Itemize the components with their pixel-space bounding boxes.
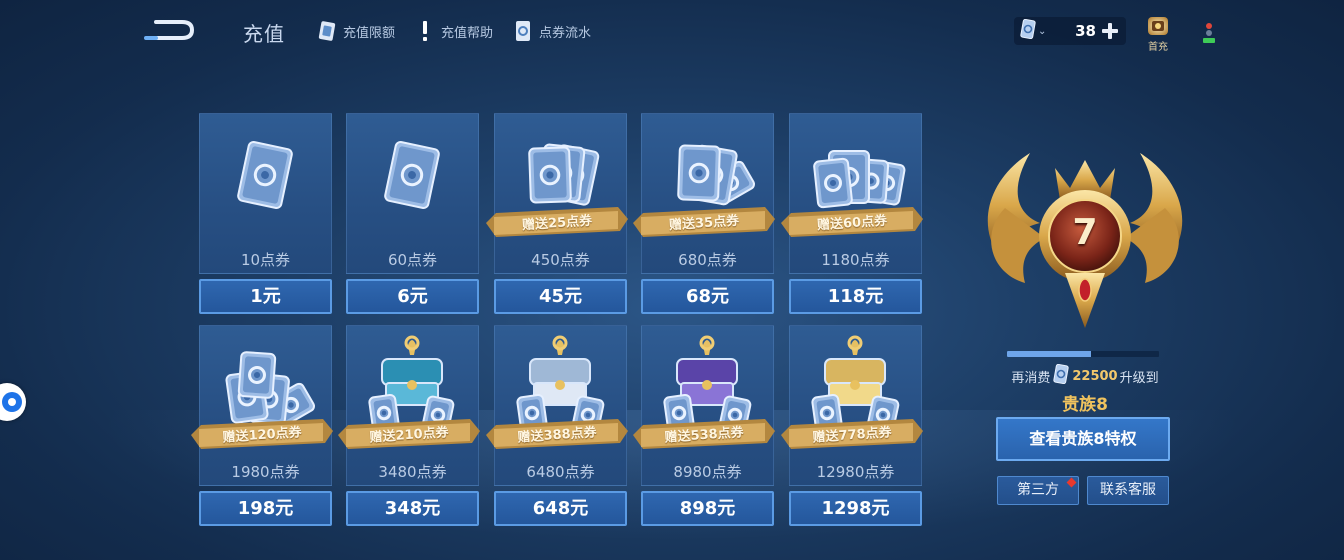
coupon-amount: 6480点券 bbox=[526, 463, 595, 481]
price-button[interactable]: 648元 bbox=[494, 491, 627, 526]
contact-support-button[interactable]: 联系客服 bbox=[1087, 476, 1169, 505]
upgrade-amount: 22500 bbox=[1072, 368, 1118, 384]
price-button[interactable]: 6元 bbox=[346, 279, 479, 314]
price-button[interactable]: 1元 bbox=[199, 279, 332, 314]
coupon-amount: 1180点券 bbox=[821, 251, 890, 269]
vip-level-emblem: 7 bbox=[970, 138, 1200, 338]
back-arrow-icon bbox=[144, 20, 195, 40]
notification-dot bbox=[1066, 477, 1077, 488]
upgrade-prefix: 再消费 bbox=[1011, 370, 1051, 386]
coupon-history-icon bbox=[512, 20, 534, 42]
view-privileges-button[interactable]: 查看贵族8特权 bbox=[996, 417, 1170, 461]
recharge-limit-label: 充值限额 bbox=[343, 25, 396, 41]
upgrade-suffix: 升级到 bbox=[1119, 370, 1159, 386]
recharge-limit-link[interactable]: 充值限额 bbox=[316, 20, 395, 42]
vip-progress-fill bbox=[1007, 351, 1091, 357]
coupon-amount: 8980点券 bbox=[673, 463, 742, 481]
upgrade-requirement: 再消费 22500 升级到 bbox=[990, 363, 1180, 388]
network-signal-icon bbox=[1198, 18, 1220, 46]
price-button[interactable]: 1298元 bbox=[789, 491, 922, 526]
coupon-amount: 450点券 bbox=[531, 251, 590, 269]
currency-amount: 38 bbox=[1075, 22, 1096, 40]
coupon-history-link[interactable]: 点券流水 bbox=[512, 20, 591, 42]
price-button[interactable]: 348元 bbox=[346, 491, 479, 526]
coupon-amount: 3480点券 bbox=[378, 463, 447, 481]
third-party-button[interactable]: 第三方 bbox=[997, 476, 1079, 505]
vip-level-number: 7 bbox=[1072, 212, 1098, 253]
first-charge-button[interactable]: 首充 bbox=[1141, 13, 1175, 53]
back-button[interactable] bbox=[142, 16, 196, 44]
coupon-amount: 10点券 bbox=[240, 251, 291, 269]
vip-progress-bar bbox=[1007, 351, 1159, 357]
coupon-pack-illustration bbox=[237, 141, 293, 209]
price-button[interactable]: 45元 bbox=[494, 279, 627, 314]
card-limit-icon bbox=[316, 20, 338, 42]
price-button[interactable]: 898元 bbox=[641, 491, 774, 526]
coupon-pack-illustration bbox=[384, 141, 440, 209]
first-charge-label: 首充 bbox=[1148, 42, 1168, 53]
coupon-card-icon bbox=[1053, 363, 1070, 388]
floating-assistant-button[interactable] bbox=[0, 383, 26, 421]
next-vip-level: 贵族8 bbox=[1062, 395, 1108, 415]
recharge-help-link[interactable]: 充值帮助 bbox=[414, 20, 493, 42]
page-title: 充值 bbox=[243, 22, 285, 46]
coupon-history-label: 点券流水 bbox=[539, 25, 592, 41]
chevron-down-icon[interactable]: ⌄ bbox=[1038, 26, 1046, 37]
exclamation-icon bbox=[414, 20, 436, 42]
recharge-help-label: 充值帮助 bbox=[441, 25, 494, 41]
coupon-amount: 60点券 bbox=[387, 251, 438, 269]
currency-display[interactable]: ⌄ 38 bbox=[1014, 17, 1126, 45]
coupon-card-icon bbox=[1020, 18, 1036, 43]
price-button[interactable]: 68元 bbox=[641, 279, 774, 314]
add-currency-button[interactable] bbox=[1100, 21, 1120, 41]
price-button[interactable]: 118元 bbox=[789, 279, 922, 314]
gift-box-icon bbox=[1148, 17, 1168, 35]
coupon-amount: 680点券 bbox=[678, 251, 737, 269]
assistant-icon bbox=[2, 392, 22, 412]
coupon-amount: 1980点券 bbox=[231, 463, 300, 481]
coupon-amount: 12980点券 bbox=[816, 463, 895, 481]
price-button[interactable]: 198元 bbox=[199, 491, 332, 526]
third-party-label: 第三方 bbox=[1017, 482, 1059, 498]
